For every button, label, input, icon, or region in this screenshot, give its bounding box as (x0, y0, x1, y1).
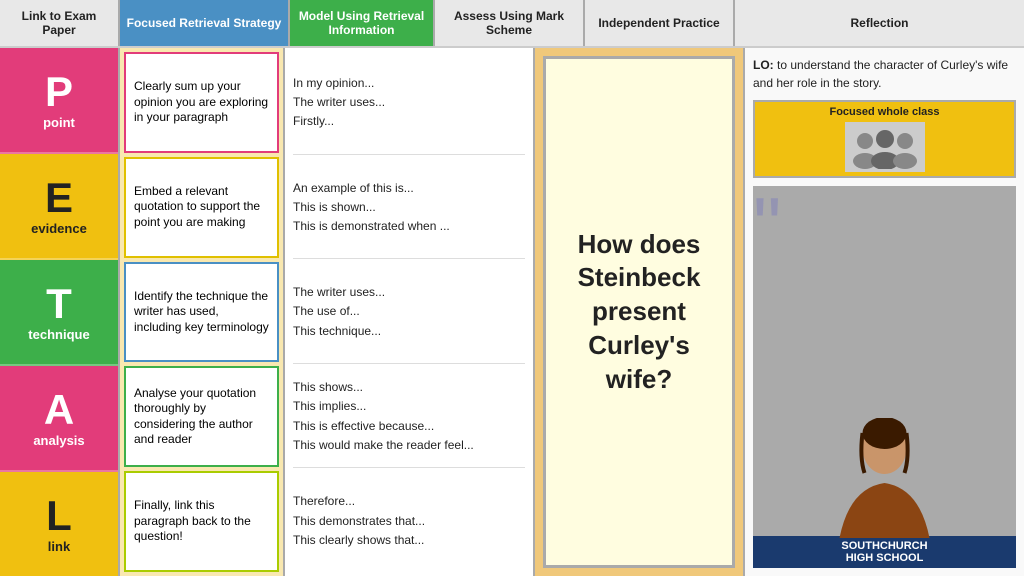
header-model-retrieval[interactable]: Model Using Retrieval Information (290, 0, 435, 46)
starters-link: Therefore... This demonstrates that... T… (293, 470, 525, 572)
desc-link: Finally, link this paragraph back to the… (124, 471, 279, 572)
petal-word-p: point (43, 115, 75, 130)
person-box: " SOUTHCHURCHHIGH SCHOOL (753, 186, 1016, 568)
petal-word-l: link (48, 539, 70, 554)
petal-letter-e: E (45, 177, 73, 219)
petal-word-t: technique (28, 327, 89, 342)
focused-class-image (845, 122, 925, 172)
quote-mark-icon: " (753, 186, 781, 266)
petal-l: L link (0, 472, 118, 576)
desc-technique: Identify the technique the writer has us… (124, 262, 279, 363)
header-independent[interactable]: Independent Practice (585, 0, 735, 46)
starters-analysis: This shows... This implies... This is ef… (293, 366, 525, 469)
starters-column: In my opinion... The writer uses... Firs… (285, 48, 535, 576)
petal-column: P point E evidence T technique A analysi… (0, 48, 120, 576)
lo-label: LO: (753, 58, 774, 72)
reflection-column: LO: to understand the character of Curle… (745, 48, 1024, 576)
school-label: SOUTHCHURCHHIGH SCHOOL (753, 536, 1016, 568)
petal-e: E evidence (0, 154, 118, 260)
petal-letter-l: L (46, 495, 72, 537)
focused-box: Focused whole class (753, 100, 1016, 178)
petal-word-a: analysis (33, 433, 84, 448)
starters-point: In my opinion... The writer uses... Firs… (293, 52, 525, 155)
petal-p: P point (0, 48, 118, 154)
desc-analysis: Analyse your quotation thoroughly by con… (124, 366, 279, 467)
header-assess[interactable]: Assess Using Mark Scheme (435, 0, 585, 46)
focused-label: Focused whole class (829, 106, 939, 118)
class-group-icon (850, 125, 920, 169)
header-focused-retrieval[interactable]: Focused Retrieval Strategy (120, 0, 290, 46)
starters-evidence: An example of this is... This is shown..… (293, 157, 525, 260)
header-link-exam[interactable]: Link to Exam Paper (0, 0, 120, 46)
petal-letter-t: T (46, 283, 72, 325)
petal-t: T technique (0, 260, 118, 366)
petal-word-e: evidence (31, 221, 87, 236)
header: Link to Exam Paper Focused Retrieval Str… (0, 0, 1024, 48)
person-image (753, 418, 1016, 538)
petal-a: A analysis (0, 366, 118, 472)
descriptions-column: Clearly sum up your opinion you are expl… (120, 48, 285, 576)
question-column: How does Steinbeck present Curley's wife… (535, 48, 745, 576)
lo-content: to understand the character of Curley's … (753, 58, 1008, 90)
desc-evidence: Embed a relevant quotation to support th… (124, 157, 279, 258)
question-text: How does Steinbeck present Curley's wife… (558, 228, 720, 397)
starters-technique: The writer uses... The use of... This te… (293, 261, 525, 364)
school-name: SOUTHCHURCHHIGH SCHOOL (841, 540, 927, 564)
lo-text: LO: to understand the character of Curle… (753, 56, 1016, 92)
petal-letter-a: A (44, 389, 74, 431)
petal-letter-p: P (45, 71, 73, 113)
question-box: How does Steinbeck present Curley's wife… (543, 56, 735, 568)
main-content: P point E evidence T technique A analysi… (0, 48, 1024, 576)
desc-point: Clearly sum up your opinion you are expl… (124, 52, 279, 153)
header-reflection[interactable]: Reflection (735, 0, 1024, 46)
